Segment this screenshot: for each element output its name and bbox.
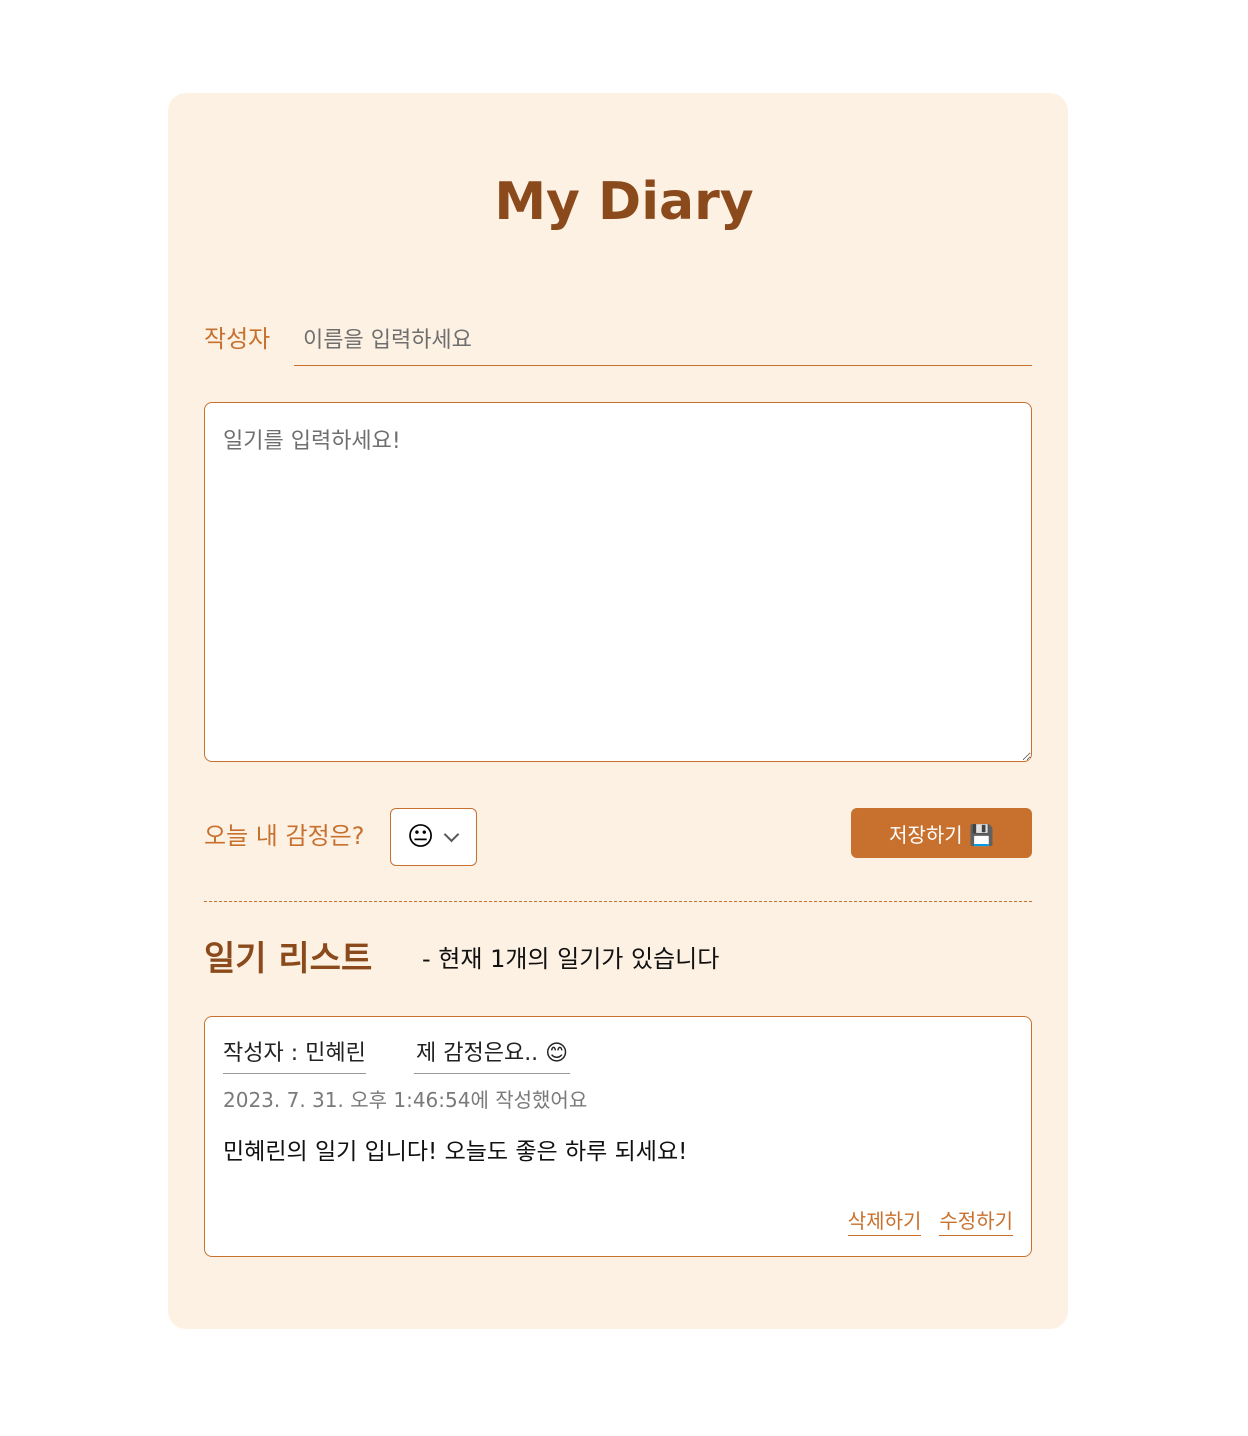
delete-button[interactable]: 삭제하기 (847, 1207, 922, 1236)
diary-entry: 작성자 : 민혜린 제 감정은요.. 😊 2023. 7. 31. 오후 1:4… (204, 1016, 1032, 1257)
author-input[interactable] (294, 316, 1032, 366)
emotion-select[interactable]: 😐 (390, 808, 477, 866)
entry-actions: 삭제하기 수정하기 (847, 1207, 1013, 1236)
entry-emotion: 제 감정은요.. 😊 (414, 1037, 571, 1074)
page-title: My Diary (494, 172, 754, 232)
entry-author: 작성자 : 민혜린 (223, 1037, 366, 1074)
entry-content: 민혜린의 일기 입니다! 오늘도 좋은 하루 되세요! (223, 1139, 688, 1165)
diary-content-textarea[interactable] (204, 402, 1032, 762)
divider (204, 901, 1032, 902)
edit-button[interactable]: 수정하기 (939, 1207, 1013, 1236)
author-label: 작성자 (204, 325, 271, 353)
save-button[interactable]: 저장하기 💾 (851, 808, 1032, 858)
diary-list-title: 일기 리스트 (204, 939, 373, 979)
emotion-label: 오늘 내 감정은? (204, 822, 365, 850)
chevron-down-icon (443, 826, 460, 842)
diary-count-text: - 현재 1개의 일기가 있습니다 (422, 945, 720, 973)
emotion-selected-value: 😐 (407, 822, 435, 852)
entry-date: 2023. 7. 31. 오후 1:46:54에 작성했어요 (223, 1088, 588, 1112)
